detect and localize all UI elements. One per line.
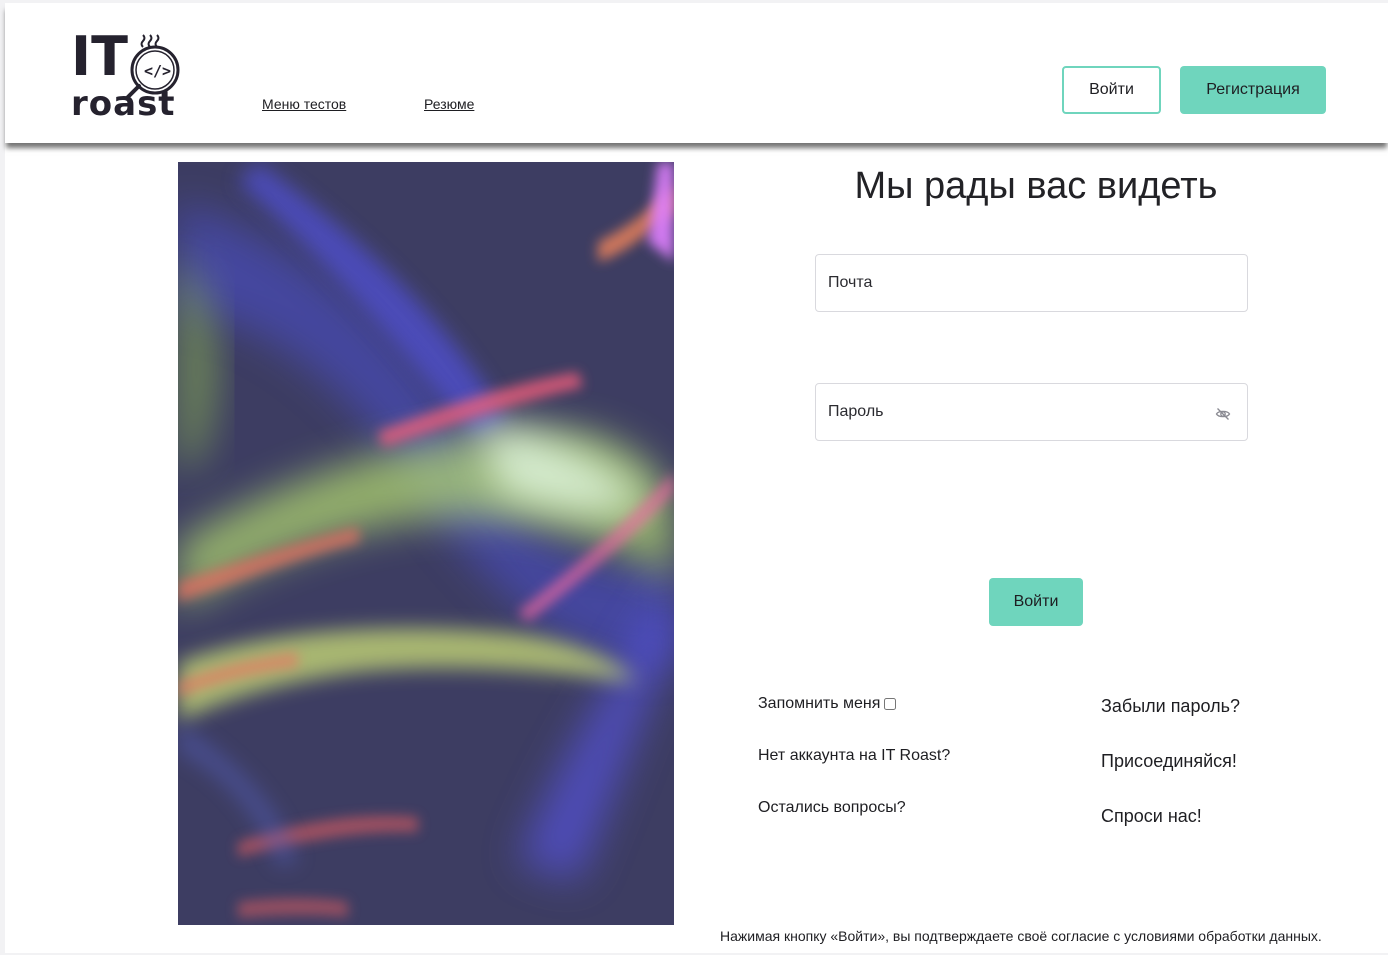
password-input[interactable]	[828, 384, 1247, 440]
remember-me-label: Запомнить меня	[758, 695, 881, 712]
consent-notice: Нажимая кнопку «Войти», вы подтверждаете…	[720, 928, 1322, 944]
login-page: IT </> roast Меню тестов Резюме Войти Ре…	[5, 3, 1388, 953]
site-header: IT </> roast Меню тестов Резюме Войти Ре…	[5, 3, 1388, 143]
forgot-password-link[interactable]: Забыли пароль?	[1101, 696, 1240, 717]
nav-resume[interactable]: Резюме	[424, 96, 474, 112]
page-title: Мы рады вас видеть	[854, 165, 1218, 207]
it-roast-logo[interactable]: IT </> roast	[71, 25, 181, 124]
login-submit-button[interactable]: Войти	[989, 578, 1083, 626]
svg-text:</>: </>	[144, 62, 171, 80]
eye-slash-icon[interactable]	[1215, 406, 1231, 422]
join-link[interactable]: Присоединяйся!	[1101, 751, 1237, 772]
no-account-text: Нет аккаунта на IT Roast?	[758, 747, 951, 764]
remember-me[interactable]: Запомнить меня	[758, 695, 897, 713]
header-login-button[interactable]: Войти	[1062, 66, 1161, 114]
password-field-wrapper	[815, 383, 1248, 441]
remember-me-checkbox[interactable]	[884, 698, 897, 710]
svg-text:roast: roast	[71, 84, 176, 119]
svg-text:IT: IT	[71, 27, 128, 88]
email-input[interactable]	[828, 255, 1247, 311]
abstract-artwork	[178, 162, 674, 925]
ask-us-link[interactable]: Спроси нас!	[1101, 806, 1202, 827]
header-register-button[interactable]: Регистрация	[1180, 66, 1326, 114]
email-field-wrapper	[815, 254, 1248, 312]
nav-tests-menu[interactable]: Меню тестов	[262, 96, 346, 112]
questions-text: Остались вопросы?	[758, 799, 906, 816]
